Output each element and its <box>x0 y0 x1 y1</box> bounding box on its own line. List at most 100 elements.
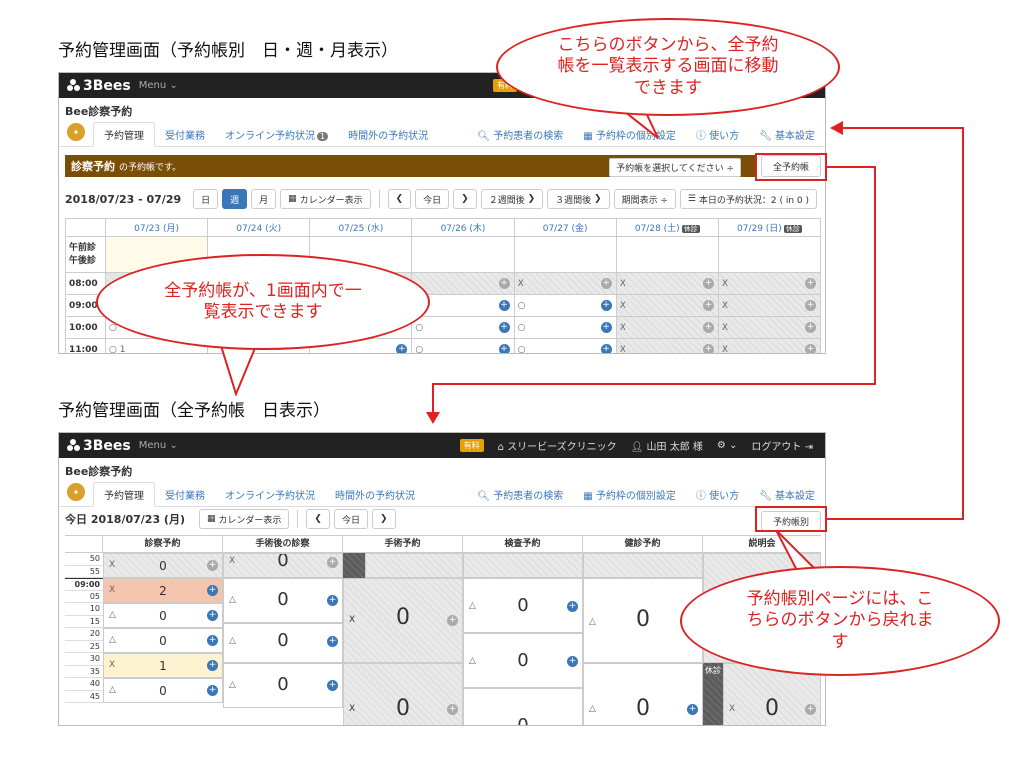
day-header[interactable]: 07/23 (月) <box>104 218 209 237</box>
slot-cell[interactable]: ○ + <box>513 294 617 317</box>
slot-cell[interactable]: △0+ <box>103 628 223 653</box>
slot-mark: X <box>619 344 626 354</box>
slot-cell[interactable]: X + <box>717 294 822 317</box>
clinic-name[interactable]: ⌂ スリービーズクリニック <box>498 438 617 453</box>
slot-count: 0 <box>517 650 529 671</box>
connector-line <box>827 518 963 520</box>
slot-cell[interactable]: ○ + <box>513 338 617 353</box>
calendar-button[interactable]: ▦ カレンダー表示 <box>198 509 290 529</box>
tab-reservation-management[interactable]: 予約管理 <box>93 482 155 507</box>
slot-cell[interactable]: ○ + <box>513 316 617 339</box>
slot-cell[interactable]: △0+ <box>223 578 343 623</box>
slot-cell[interactable] <box>463 553 583 578</box>
prev-button[interactable]: ❮ <box>387 189 412 209</box>
tab-reservation-management[interactable]: 予約管理 <box>93 122 155 147</box>
slot-cell[interactable]: X + <box>615 316 719 339</box>
period-display-select[interactable]: 期間表示 ÷ <box>613 189 676 209</box>
day-header[interactable]: 07/29 (日) 休診 <box>717 218 822 237</box>
slot-cell[interactable]: X + <box>513 272 617 295</box>
slot-cell[interactable]: △0+ <box>223 623 343 663</box>
slot-count: 0 <box>636 696 650 721</box>
book-select[interactable]: 予約帳を選択してください ÷ <box>609 158 741 177</box>
day-header[interactable]: 07/24 (火) <box>207 218 311 237</box>
slot-count: 0 <box>517 715 529 726</box>
slot-cell[interactable] <box>365 553 463 578</box>
slot-cell[interactable]: ○ + <box>411 316 515 339</box>
slot-cell[interactable]: ○ + <box>411 338 515 354</box>
today-status-button[interactable]: ☰ 本日の予約状況：2 ( in 0 ) <box>679 189 817 209</box>
app-logo[interactable]: 3Bees <box>67 78 131 94</box>
view-week-button[interactable]: 週 <box>222 189 248 209</box>
connector-line <box>842 127 964 129</box>
slot-mark: ○ 1 <box>109 344 126 354</box>
menu-toggle[interactable]: Menu ⌄ <box>139 440 178 451</box>
calendar-button[interactable]: ▦ カレンダー表示 <box>280 189 371 209</box>
slot-settings-link[interactable]: ▦ 予約枠の個別設定 <box>573 483 686 506</box>
tab-reception[interactable]: 受付業務 <box>155 123 215 146</box>
slot-cell[interactable]: + <box>411 272 515 295</box>
day-header[interactable]: 07/25 (水) <box>309 218 413 237</box>
plus-icon: + <box>207 610 218 621</box>
today-button[interactable]: 今日 <box>333 509 368 529</box>
search-patient-link[interactable]: 🔍︎ 予約患者の検索 <box>467 123 573 146</box>
slot-cell[interactable]: X + <box>615 272 719 295</box>
slot-cell[interactable]: △0+ <box>583 663 703 725</box>
help-link[interactable]: ⓘ 使い方 <box>686 483 749 506</box>
book-header-bar: 診察予約 の予約帳です。 予約帳を選択してください ÷ <box>65 155 755 177</box>
slot-cell[interactable]: X + <box>717 272 822 295</box>
tab-after-hours[interactable]: 時間外の予約状況 <box>325 483 425 506</box>
slot-count: 0 <box>517 595 529 616</box>
view-month-button[interactable]: 月 <box>251 189 277 209</box>
tab-online-reservation[interactable]: オンライン予約状況 <box>215 483 325 506</box>
slot-cell[interactable]: △0+ <box>223 663 343 708</box>
slot-cell[interactable] <box>583 553 703 578</box>
help-link[interactable]: ⓘ 使い方 <box>686 123 749 146</box>
day-header[interactable]: 07/26 (木) <box>411 218 515 237</box>
navbar: 3Bees Menu ⌄ 有料 ⌂ スリービーズクリニック 👤︎ 山田 太郎 様… <box>59 433 825 458</box>
plus-icon: + <box>327 557 338 568</box>
basic-settings-link[interactable]: 🔧︎ 基本設定 <box>749 123 825 146</box>
slot-cell[interactable]: △0+ <box>463 633 583 688</box>
slot-cell[interactable]: X 2 + <box>103 578 223 603</box>
two-weeks-later-button[interactable]: ２週間後 ❯ <box>480 189 544 209</box>
slot-count: 0 <box>159 559 167 573</box>
next-button[interactable]: ❯ <box>371 509 396 529</box>
slot-cell[interactable]: X 0 + <box>343 578 463 663</box>
day-header[interactable]: 07/28 (土) 休診 <box>615 218 719 237</box>
user-name[interactable]: 👤︎ 山田 太郎 様 <box>631 438 703 453</box>
settings-dropdown[interactable]: ⚙ ⌄ <box>717 440 738 451</box>
next-button[interactable]: ❯ <box>453 189 477 209</box>
slot-cell[interactable]: X 0 + <box>103 553 223 578</box>
tab-reception[interactable]: 受付業務 <box>155 483 215 506</box>
slot-cell[interactable]: △0+ <box>103 678 223 703</box>
slot-cell[interactable]: △0+ <box>103 603 223 628</box>
two-weeks-label: ２週間後 <box>488 195 525 206</box>
view-day-button[interactable]: 日 <box>193 189 219 209</box>
day-header-label: 07/29 (日) <box>737 224 782 234</box>
wrench-icon: 🔧︎ <box>759 491 772 502</box>
menu-toggle[interactable]: Menu ⌄ <box>139 80 178 91</box>
slot-cell[interactable]: X + <box>615 338 719 354</box>
slot-cell[interactable]: X + <box>717 316 822 339</box>
slot-cell[interactable]: X + <box>717 338 822 353</box>
slot-mark: ○ <box>517 300 526 311</box>
search-icon: 🔍︎ <box>477 131 491 142</box>
slot-cell[interactable]: X 0 + <box>343 663 463 725</box>
slot-cell[interactable]: X 0 + <box>223 553 343 578</box>
slot-cell[interactable]: X + <box>615 294 719 317</box>
tab-online-reservation[interactable]: オンライン予約状況 1 <box>215 123 338 146</box>
today-button[interactable]: 今日 <box>415 189 450 209</box>
plus-icon: + <box>498 344 510 354</box>
three-weeks-later-button[interactable]: ３週間後 ❯ <box>547 189 610 209</box>
app-logo[interactable]: 3Bees <box>67 438 131 454</box>
day-header[interactable]: 07/27 (金) <box>513 218 617 237</box>
slot-cell[interactable]: X 1 + <box>103 653 223 678</box>
prev-button[interactable]: ❮ <box>306 509 330 529</box>
logout-link[interactable]: ログアウト ⇥ <box>751 438 813 453</box>
menu-label: Menu <box>138 80 167 91</box>
slot-cell[interactable]: 0 <box>463 688 583 726</box>
search-patient-link[interactable]: 🔍︎ 予約患者の検索 <box>467 483 573 506</box>
tab-after-hours[interactable]: 時間外の予約状況 <box>338 123 438 146</box>
slot-cell[interactable]: △0+ <box>463 578 583 633</box>
basic-settings-link[interactable]: 🔧︎ 基本設定 <box>749 483 825 506</box>
